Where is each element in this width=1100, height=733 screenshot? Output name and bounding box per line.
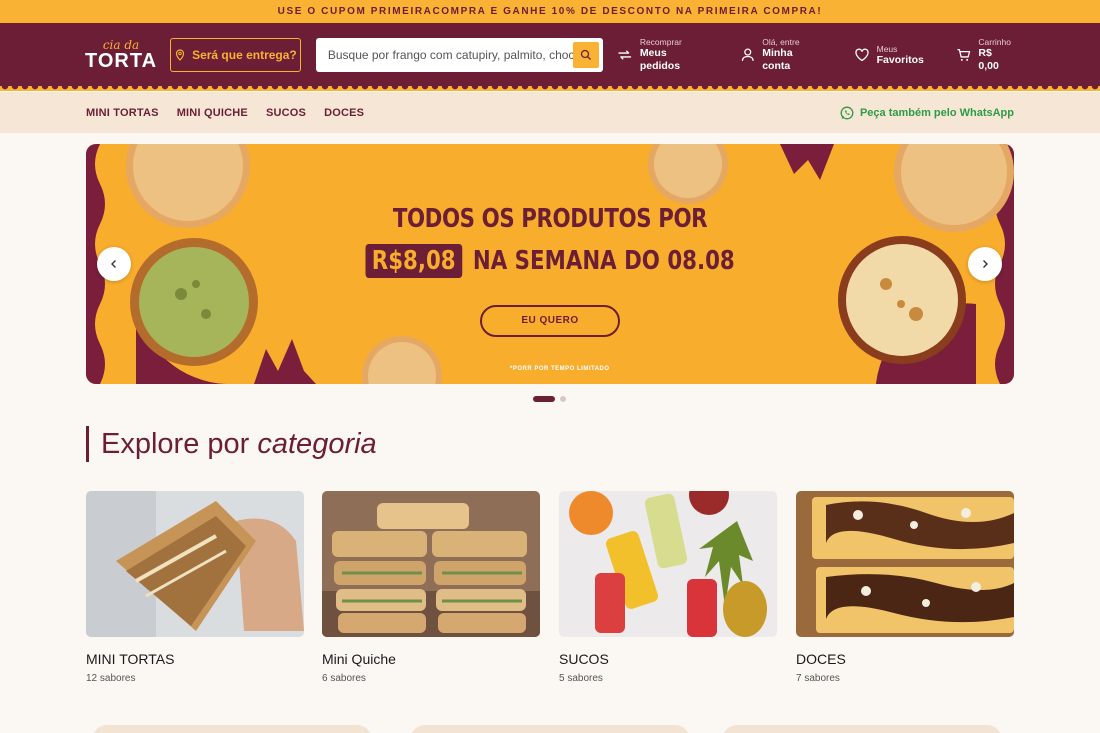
account-small-label: Olá, entre <box>762 37 800 47</box>
delivery-label: Será que entrega? <box>192 48 297 62</box>
category-name: MINI TORTAS <box>86 651 175 667</box>
user-icon <box>741 48 754 61</box>
section-card-top <box>410 725 690 733</box>
category-image <box>559 491 777 637</box>
favorites-link[interactable]: Meus Favoritos <box>854 37 924 73</box>
nav-item-doces[interactable]: DOCES <box>324 107 364 119</box>
section-title-plain: Explore por <box>101 428 250 460</box>
nav-item-sucos[interactable]: SUCOS <box>266 107 306 119</box>
section-title-emphasis: categoria <box>257 428 377 460</box>
category-image <box>796 491 1014 637</box>
banner-cta-button[interactable]: EU QUERO <box>480 305 620 337</box>
hero-banner[interactable]: TODOS OS PRODUTOS POR R$8,08 NA SEMANA D… <box>86 144 1014 384</box>
carousel-prev-button[interactable] <box>97 247 131 281</box>
category-name: Mini Quiche <box>322 651 396 667</box>
header: cia da TORTA Será que entrega? Recomprar… <box>0 23 1100 91</box>
heart-icon <box>854 48 869 62</box>
promo-bar: USE O CUPOM PRIMEIRACOMPRA E GANHE 10% D… <box>0 0 1100 23</box>
category-count: 5 sabores <box>559 673 603 684</box>
chevron-left-icon <box>111 260 116 268</box>
search-input[interactable] <box>327 48 574 62</box>
reorder-link[interactable]: Recomprar Meus pedidos <box>617 37 707 73</box>
banner-fine-print: *PORR POR TEMPO LIMITADO <box>510 366 610 372</box>
category-name: SUCOS <box>559 651 609 667</box>
section-title: Explore por categoria <box>86 426 377 462</box>
nav-item-mini-quiche[interactable]: MINI QUICHE <box>177 107 248 119</box>
favorites-small-label: Meus <box>876 43 898 54</box>
category-image <box>86 491 304 637</box>
category-nav: MINI TORTAS MINI QUICHE SUCOS DOCES Peça… <box>0 92 1100 133</box>
whatsapp-label: Peça também pelo WhatsApp <box>859 106 1014 119</box>
nav-item-mini-tortas[interactable]: MINI TORTAS <box>86 107 159 119</box>
banner-subheadline: R$8,08 NA SEMANA DO 08.08 <box>170 244 931 278</box>
chevron-right-icon <box>983 260 988 268</box>
delivery-check-button[interactable]: Será que entrega? <box>170 38 301 72</box>
search-bar <box>315 38 604 72</box>
banner-date-text: NA SEMANA DO 08.08 <box>472 246 735 276</box>
category-count: 7 sabores <box>796 673 840 684</box>
category-image <box>322 491 540 637</box>
cart-small-label: Carrinho <box>978 37 1011 47</box>
reorder-small-label: Recomprar <box>639 37 682 47</box>
cart-icon <box>957 49 971 61</box>
reorder-label: Meus pedidos <box>639 47 681 72</box>
account-link[interactable]: Olá, entre Minha conta <box>740 37 822 73</box>
whatsapp-icon <box>840 106 854 119</box>
banner-price: R$8,08 <box>365 244 463 278</box>
category-count: 6 sabores <box>322 673 366 684</box>
category-count: 12 sabores <box>86 673 136 684</box>
favorites-label: Favoritos <box>876 53 924 66</box>
location-pin-icon <box>175 49 185 61</box>
logo[interactable]: cia da TORTA <box>84 37 158 73</box>
category-card-sucos[interactable]: SUCOS 5 sabores <box>559 491 777 684</box>
section-card-top <box>722 725 1002 733</box>
cart-link[interactable]: Carrinho R$ 0,00 <box>956 37 1014 73</box>
carousel-dot-1[interactable] <box>533 396 555 402</box>
logo-wordmark: TORTA <box>84 50 158 72</box>
account-label: Minha conta <box>762 47 793 72</box>
category-name: DOCES <box>796 651 846 667</box>
section-card-top <box>92 725 372 733</box>
category-card-mini-tortas[interactable]: MINI TORTAS 12 sabores <box>86 491 304 684</box>
category-card-mini-quiche[interactable]: Mini Quiche 6 sabores <box>322 491 540 684</box>
cart-total: R$ 0,00 <box>978 47 999 72</box>
whatsapp-link[interactable]: Peça também pelo WhatsApp <box>840 106 1014 120</box>
repeat-icon <box>618 50 632 60</box>
carousel-next-button[interactable] <box>968 247 1002 281</box>
carousel-dot-2[interactable] <box>560 396 566 402</box>
search-button[interactable] <box>573 42 600 68</box>
carousel-dots <box>533 396 566 402</box>
category-card-doces[interactable]: DOCES 7 sabores <box>796 491 1014 684</box>
banner-headline: TODOS OS PRODUTOS POR <box>392 204 708 234</box>
search-icon <box>581 49 592 60</box>
